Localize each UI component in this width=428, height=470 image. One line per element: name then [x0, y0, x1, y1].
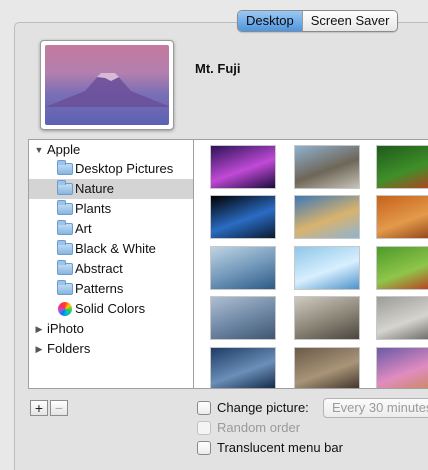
thumbnail-grid [194, 139, 428, 389]
random-order-label: Random order [217, 420, 301, 435]
translucent-menu-bar-label: Translucent menu bar [217, 440, 343, 455]
source-item-folders[interactable]: ▶ Folders [29, 339, 193, 359]
thumbnail-sea-horizon[interactable] [210, 246, 276, 290]
source-item-iphoto[interactable]: ▶ iPhoto [29, 319, 193, 339]
disclosure-collapsed-icon[interactable]: ▶ [34, 339, 44, 359]
thumbnail-ice-blue[interactable] [294, 246, 360, 290]
source-item-nature[interactable]: Nature [29, 179, 193, 199]
add-folder-button[interactable]: + [30, 400, 48, 416]
remove-folder-button[interactable]: − [50, 400, 68, 416]
source-item-label: Patterns [75, 281, 124, 296]
source-item-art[interactable]: Art [29, 219, 193, 239]
source-item-apple[interactable]: ▼ Apple [29, 140, 193, 160]
source-item-label: Folders [47, 341, 91, 356]
change-picture-checkbox[interactable] [197, 401, 211, 415]
thumbnail-green-leaves-ladybug[interactable] [376, 145, 428, 189]
thumbnail-earth[interactable] [210, 195, 276, 239]
mt-fuji-image [45, 45, 169, 125]
tab-screen-saver[interactable]: Screen Saver [301, 11, 398, 31]
change-picture-label: Change picture: [217, 400, 309, 415]
thumbnail-zen-garden[interactable] [294, 296, 360, 340]
source-item-label: Abstract [75, 261, 123, 276]
thumbnail-orange-sandstone[interactable] [376, 195, 428, 239]
source-item-plants[interactable]: Plants [29, 199, 193, 219]
tab-desktop[interactable]: Desktop [238, 11, 302, 31]
source-item-black-white[interactable]: Black & White [29, 239, 193, 259]
tab-bar: Desktop Screen Saver [237, 10, 399, 32]
source-item-label: Art [75, 221, 92, 236]
thumbnail-sunset-water[interactable] [294, 195, 360, 239]
source-item-patterns[interactable]: Patterns [29, 279, 193, 299]
thumbnail-green-ladybug[interactable] [376, 246, 428, 290]
source-item-desktop-pictures[interactable]: Desktop Pictures [29, 159, 193, 179]
folder-icon [57, 180, 73, 195]
folder-icon [57, 160, 73, 175]
source-item-label: Apple [47, 142, 81, 157]
random-order-checkbox[interactable] [197, 421, 211, 435]
disclosure-expanded-icon[interactable]: ▼ [34, 140, 44, 160]
thumbnail-aurora[interactable] [210, 145, 276, 189]
thumbnail-mountain-cliffs[interactable] [294, 145, 360, 189]
picture-name: Mt. Fuji [195, 61, 241, 76]
source-item-label: Plants [75, 201, 112, 216]
source-item-label: Nature [75, 181, 115, 196]
source-item-solid-colors[interactable]: Solid Colors [29, 299, 193, 319]
source-item-abstract[interactable]: Abstract [29, 259, 193, 279]
disclosure-collapsed-icon[interactable]: ▶ [34, 319, 44, 339]
source-item-label: Desktop Pictures [75, 161, 174, 176]
folder-icon [57, 240, 73, 255]
source-list: ▼ Apple Desktop Pictures Nature Plants Art Bla… [28, 139, 194, 389]
folder-icon [57, 220, 73, 235]
mountain-shape [45, 73, 169, 107]
source-item-label: Solid Colors [75, 301, 146, 316]
thumbnail-sand-dunes-blue[interactable] [210, 347, 276, 388]
folder-icon [57, 260, 73, 275]
thumbnail-pebbles-brown[interactable] [294, 347, 360, 388]
translucent-menu-bar-checkbox[interactable] [197, 441, 211, 455]
color-wheel-icon [58, 302, 72, 316]
thumbnail-grey-pebbles[interactable] [376, 296, 428, 340]
thumbnail-reeds-blue[interactable] [210, 296, 276, 340]
folder-icon [57, 200, 73, 215]
current-picture-preview [40, 40, 174, 130]
source-item-label: iPhoto [47, 321, 84, 336]
folder-icon [57, 280, 73, 295]
interval-popup[interactable]: Every 30 minutes [323, 398, 428, 418]
source-item-label: Black & White [75, 241, 156, 256]
thumbnail-purple-sky[interactable] [376, 347, 428, 388]
